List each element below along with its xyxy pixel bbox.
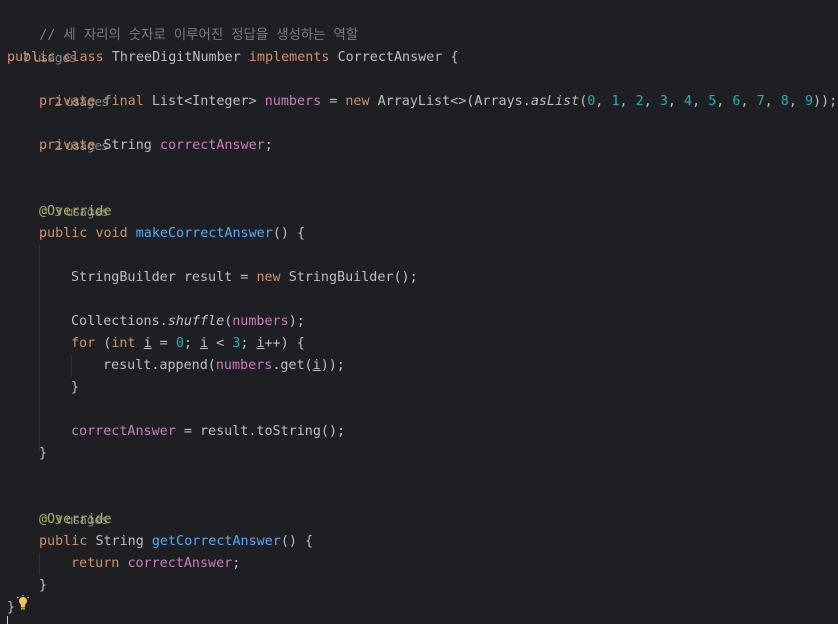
paren: ); — [288, 314, 305, 329]
number-literal: 3 — [232, 336, 241, 351]
paren: () { — [272, 226, 306, 241]
annotation: @Override — [39, 204, 112, 219]
field-name: correctAnswer — [127, 556, 233, 571]
keyword: private — [39, 138, 96, 153]
code-line[interactable]: return correctAnswer; — [0, 553, 838, 575]
code-line[interactable]: private String correctAnswer; — [0, 135, 838, 157]
method-call: shuffle — [167, 314, 225, 329]
statement-text: result.append( — [103, 358, 216, 373]
field-name: numbers — [215, 358, 273, 373]
paren: )); — [813, 94, 838, 109]
brace: } — [39, 446, 48, 461]
keyword: class — [63, 50, 104, 65]
number-literal: 5 — [708, 94, 717, 109]
brace: } — [71, 380, 80, 395]
variable: i — [312, 358, 321, 373]
method-call: .get( — [272, 358, 313, 373]
code-line[interactable]: } — [0, 595, 838, 617]
field-name: numbers — [232, 314, 289, 329]
keyword: public — [7, 50, 56, 65]
usages-hint[interactable]: 7 usages — [0, 25, 838, 65]
annotation: @Override — [39, 512, 112, 527]
semicolon: ; — [232, 556, 241, 571]
code-line[interactable]: public String getCorrectAnswer() { — [0, 531, 838, 553]
code-editor[interactable]: // 세 자리의 숫자로 이루어진 정답을 생성하는 역할 7 usages p… — [0, 0, 838, 624]
keyword: final — [103, 94, 144, 109]
variable: i — [143, 336, 152, 351]
brace: { — [450, 50, 459, 65]
operator: = — [329, 94, 338, 109]
number-literal: 4 — [684, 94, 693, 109]
keyword: public — [39, 226, 88, 241]
number-literal: 0 — [587, 94, 596, 109]
statement-text: StringBuilder result = — [71, 270, 249, 285]
type-name: List<Integer> — [151, 94, 257, 109]
keyword: for — [71, 336, 96, 351]
number-literal: 1 — [611, 94, 620, 109]
code-line[interactable]: correctAnswer = result.toString(); — [0, 421, 838, 443]
interface-name: CorrectAnswer — [337, 50, 443, 65]
number-literal: 2 — [635, 94, 644, 109]
code-line[interactable]: private final List<Integer> numbers = ne… — [0, 91, 838, 113]
number-literal: 3 — [659, 94, 668, 109]
code-line[interactable]: @Override — [0, 201, 838, 223]
variable: i — [200, 336, 209, 351]
code-line[interactable]: for (int i = 0; i < 3; i++) { — [0, 333, 838, 355]
brace: } — [39, 578, 48, 593]
class-ref: Collections. — [71, 314, 168, 329]
usages-hint[interactable]: 3 usages — [0, 179, 838, 219]
constructor-call: StringBuilder(); — [288, 270, 418, 285]
usages-hint[interactable]: 2 usages — [0, 113, 838, 153]
code-line[interactable]: public void makeCorrectAnswer() { — [0, 223, 838, 245]
code-line[interactable]: } — [0, 575, 838, 597]
code-line[interactable]: } — [0, 377, 838, 399]
constructor-call: ArrayList<>(Arrays. — [377, 94, 531, 109]
code-line[interactable]: Collections.shuffle(numbers); — [0, 311, 838, 333]
field-name: correctAnswer — [71, 424, 176, 439]
method-name: makeCorrectAnswer — [135, 226, 273, 241]
number-literal: 8 — [780, 94, 789, 109]
brace: } — [7, 600, 16, 615]
method-name: getCorrectAnswer — [151, 534, 281, 549]
keyword: void — [95, 226, 128, 241]
keyword: private — [39, 94, 96, 109]
code-line[interactable]: // 세 자리의 숫자로 이루어진 정답을 생성하는 역할 — [0, 3, 838, 43]
number-literal: 6 — [732, 94, 741, 109]
code-line[interactable]: @Override — [0, 509, 838, 531]
variable: i — [256, 336, 265, 351]
paren: () { — [280, 534, 314, 549]
keyword: new — [345, 94, 370, 109]
semicolon: ; — [264, 138, 273, 153]
type-name: String — [95, 534, 144, 549]
number-literal: 9 — [804, 94, 813, 109]
type-name: String — [103, 138, 152, 153]
statement-text: = result.toString(); — [183, 424, 346, 439]
lightbulb-icon[interactable] — [16, 595, 30, 619]
code-line[interactable]: StringBuilder result = new StringBuilder… — [0, 267, 838, 289]
class-name: ThreeDigitNumber — [111, 50, 241, 65]
field-name: correctAnswer — [159, 138, 265, 153]
code-line[interactable]: } — [0, 443, 838, 465]
field-name: numbers — [264, 94, 322, 109]
keyword: return — [71, 556, 120, 571]
number-literal: 7 — [756, 94, 765, 109]
number-literal: 0 — [175, 336, 184, 351]
keyword: public — [39, 534, 88, 549]
keyword: int — [111, 336, 136, 351]
keyword: new — [256, 270, 281, 285]
usages-hint[interactable]: 3 usages — [0, 487, 838, 527]
usages-hint[interactable]: 2 usages — [0, 69, 838, 109]
paren: )); — [320, 358, 345, 373]
code-line[interactable]: result.append(numbers.get(i)); — [0, 355, 838, 377]
code-line[interactable]: public class ThreeDigitNumber implements… — [0, 47, 838, 69]
method-call: asList — [530, 94, 580, 109]
keyword: implements — [248, 50, 330, 65]
